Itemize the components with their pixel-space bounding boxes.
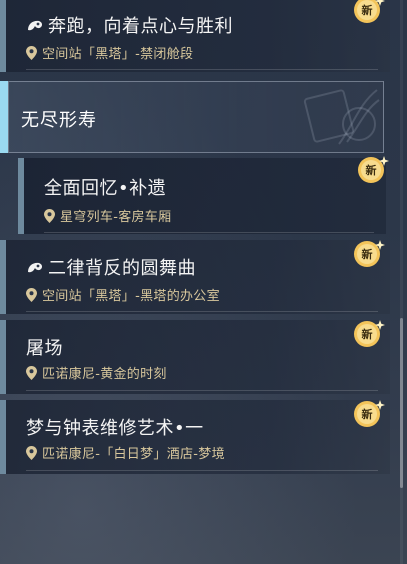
quest-location-text: 空间站「黑塔」-黑塔的办公室 <box>42 289 220 304</box>
chapter-header[interactable]: 无尽形寿 <box>8 81 384 153</box>
quest-title-text: 二律背反的圆舞曲 <box>48 258 196 279</box>
quest-location: 匹诺康尼-「白日梦」酒店-梦境 <box>26 443 225 462</box>
companion-quest-icon <box>28 262 43 273</box>
quest-location: 匹诺康尼-黄金的时刻 <box>26 363 167 382</box>
map-pin-icon <box>26 366 37 380</box>
quest-title: 梦与钟表维修艺术•一 <box>26 414 204 440</box>
new-badge-label: 新 <box>361 4 373 17</box>
map-pin-icon <box>26 288 37 302</box>
quest-title-text: 梦与钟表维修艺术•一 <box>26 418 204 439</box>
quest-location-text: 匹诺康尼-黄金的时刻 <box>42 367 167 382</box>
quest-title: 奔跑，向着点心与胜利 <box>26 12 233 38</box>
quest-accent-bar <box>18 158 24 234</box>
chapter-title: 无尽形寿 <box>21 110 97 131</box>
quest-accent-bar <box>0 320 6 394</box>
quest-item[interactable]: 梦与钟表维修艺术•一 匹诺康尼-「白日梦」酒店-梦境 新 <box>0 400 390 474</box>
quest-title-text: 全面回忆•补遗 <box>44 178 167 199</box>
quest-title-text: 奔跑，向着点心与胜利 <box>48 16 233 37</box>
chapter-emblem-icon <box>303 89 380 145</box>
quest-title-text: 屠场 <box>26 338 63 359</box>
divider <box>26 69 378 70</box>
new-badge-label: 新 <box>361 408 373 421</box>
quest-location-text: 匹诺康尼-「白日梦」酒店-梦境 <box>42 447 225 462</box>
quest-accent-bar <box>0 240 6 314</box>
quest-accent-bar <box>0 400 6 474</box>
quest-title: 屠场 <box>26 334 63 360</box>
chapter-accent-bar <box>0 81 8 153</box>
quest-location: 星穹列车-客房车厢 <box>44 206 171 225</box>
new-badge-label: 新 <box>365 164 377 177</box>
quest-accent-bar <box>0 0 6 72</box>
quest-title: 二律背反的圆舞曲 <box>26 254 196 280</box>
map-pin-icon <box>44 209 55 223</box>
quest-location: 空间站「黑塔」-禁闭舱段 <box>26 43 193 62</box>
quest-location-text: 空间站「黑塔」-禁闭舱段 <box>42 47 194 62</box>
map-pin-icon <box>26 446 37 460</box>
new-badge-label: 新 <box>361 248 373 261</box>
quest-location: 空间站「黑塔」-黑塔的办公室 <box>26 285 220 304</box>
divider <box>26 470 378 471</box>
new-badge: 新 <box>352 318 386 352</box>
new-badge: 新 <box>356 154 390 188</box>
quest-item[interactable]: 屠场 匹诺康尼-黄金的时刻 新 <box>0 320 390 394</box>
new-badge-label: 新 <box>361 328 373 341</box>
new-badge: 新 <box>352 0 386 28</box>
scrollbar-thumb[interactable] <box>400 318 403 488</box>
divider <box>44 232 374 233</box>
companion-quest-icon <box>28 20 43 31</box>
quest-item[interactable]: 二律背反的圆舞曲 空间站「黑塔」-黑塔的办公室 新 <box>0 240 390 314</box>
new-badge: 新 <box>352 238 386 272</box>
quest-item[interactable]: 奔跑，向着点心与胜利 空间站「黑塔」-禁闭舱段 新 <box>0 0 390 72</box>
new-badge: 新 <box>352 398 386 432</box>
divider <box>26 311 378 312</box>
divider <box>26 390 378 391</box>
quest-location-text: 星穹列车-客房车厢 <box>60 210 172 225</box>
quest-item[interactable]: 全面回忆•补遗 星穹列车-客房车厢 新 <box>18 156 389 234</box>
quest-title: 全面回忆•补遗 <box>44 174 166 200</box>
map-pin-icon <box>26 46 37 60</box>
